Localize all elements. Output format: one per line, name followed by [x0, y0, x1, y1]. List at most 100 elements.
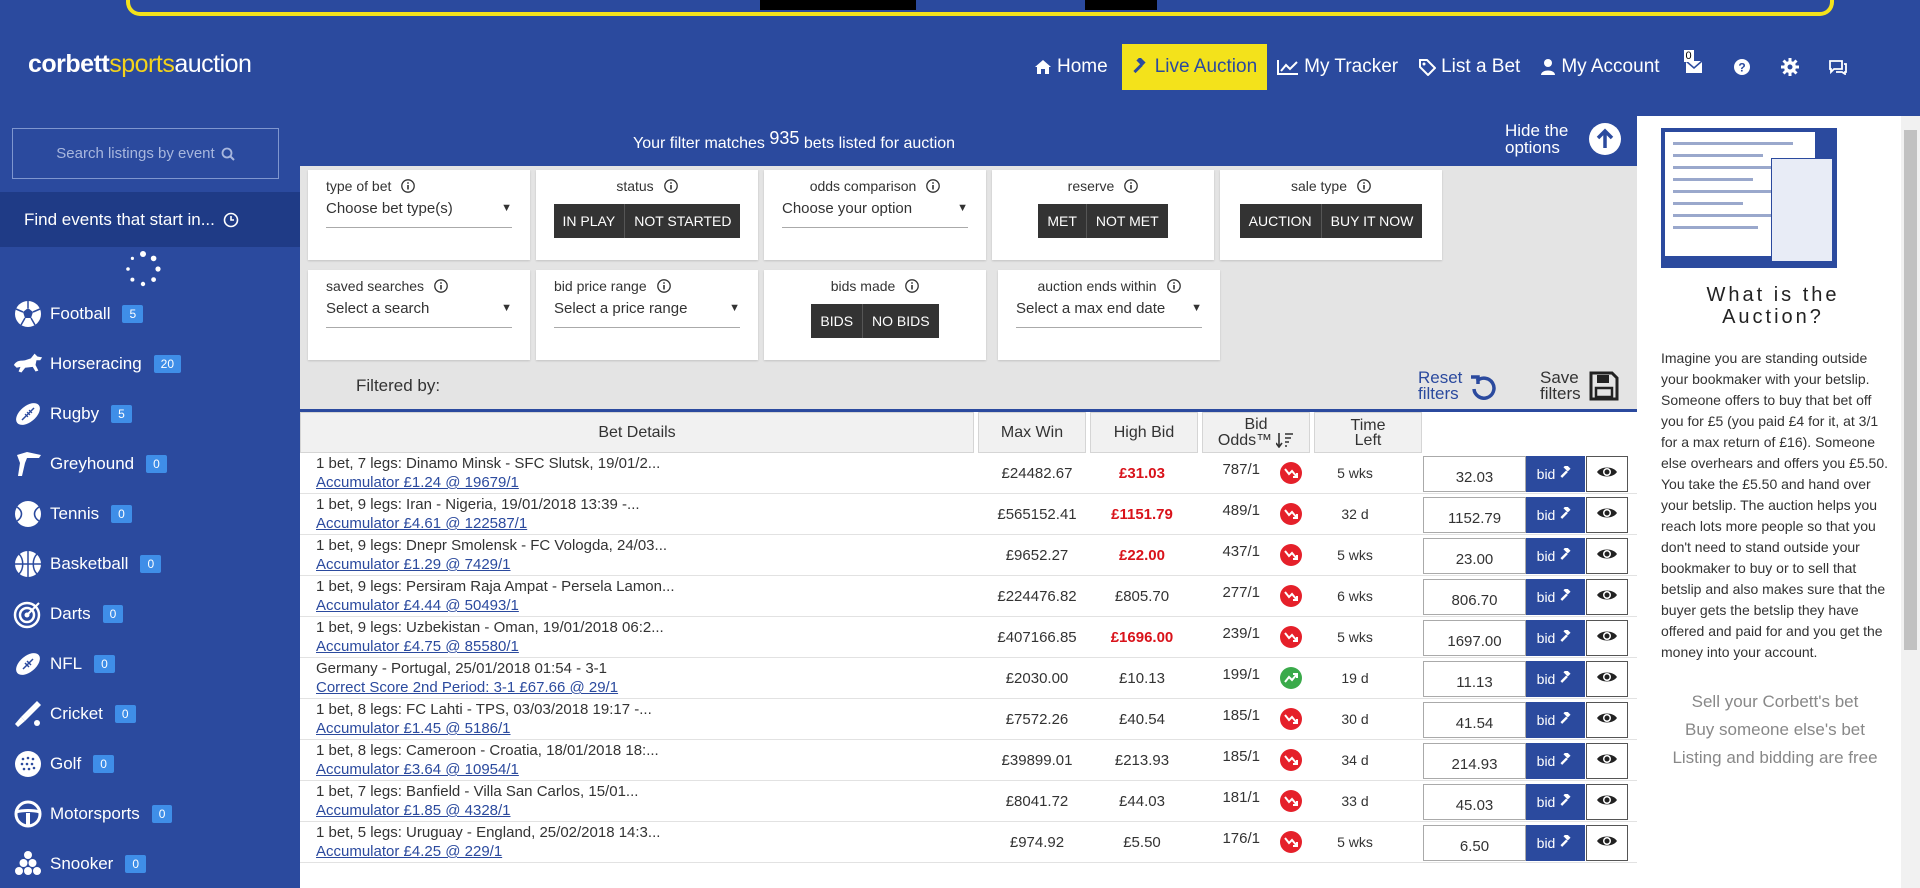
- bet-detail-link[interactable]: Accumulator £3.64 @ 10954/1: [316, 761, 519, 778]
- saved-search-select[interactable]: Select a search ▼: [326, 300, 512, 328]
- watch-button[interactable]: [1586, 497, 1628, 533]
- bid-amount-input[interactable]: 1152.79: [1423, 497, 1526, 533]
- sidebar-item-nfl[interactable]: NFL 0: [12, 646, 115, 682]
- col-time-left[interactable]: Time Left: [1314, 412, 1422, 453]
- hide-options-button[interactable]: Hide the options: [1505, 122, 1568, 156]
- buy-it-now-button[interactable]: BUY IT NOW: [1321, 204, 1423, 238]
- sidebar-item-football[interactable]: Football 5: [12, 296, 144, 332]
- info-icon[interactable]: [656, 279, 671, 296]
- sidebar-item-greyhound[interactable]: Greyhound 0: [12, 446, 167, 482]
- bid-amount-input[interactable]: 41.54: [1423, 702, 1526, 738]
- info-icon[interactable]: [1357, 179, 1371, 196]
- odds-comparison-select[interactable]: Choose your option ▼: [782, 200, 968, 228]
- messages-button[interactable]: 0: [1670, 44, 1718, 90]
- sidebar-item-tennis[interactable]: Tennis 0: [12, 496, 132, 532]
- help-button[interactable]: ?: [1718, 44, 1766, 90]
- col-bet-details[interactable]: Bet Details: [300, 412, 974, 453]
- watch-button[interactable]: [1586, 538, 1628, 574]
- watch-button[interactable]: [1586, 743, 1628, 779]
- bet-detail-link[interactable]: Accumulator £4.44 @ 50493/1: [316, 597, 519, 614]
- bid-button[interactable]: bid: [1526, 538, 1585, 574]
- sidebar-item-rugby[interactable]: Rugby 5: [12, 396, 132, 432]
- reserve-met-button[interactable]: MET: [1038, 204, 1087, 238]
- info-icon[interactable]: [926, 179, 941, 196]
- price-range-select[interactable]: Select a price range ▼: [554, 300, 740, 328]
- info-icon[interactable]: [401, 179, 416, 196]
- bid-amount-input[interactable]: 6.50: [1423, 825, 1526, 861]
- bet-detail-link[interactable]: Accumulator £4.61 @ 122587/1: [316, 515, 527, 532]
- nav-my-tracker[interactable]: My Tracker: [1267, 44, 1408, 90]
- arrow-up-circle-icon[interactable]: [1588, 122, 1622, 156]
- bid-button[interactable]: bid: [1526, 743, 1585, 779]
- nav-my-account[interactable]: My Account: [1530, 44, 1669, 90]
- bet-type-select[interactable]: Choose bet type(s) ▼: [326, 200, 512, 228]
- bet-detail-link[interactable]: Accumulator £1.85 @ 4328/1: [316, 802, 511, 819]
- save-filters-button[interactable]: Save filters: [1540, 369, 1581, 402]
- bid-button[interactable]: bid: [1526, 702, 1585, 738]
- end-date-select[interactable]: Select a max end date ▼: [1016, 300, 1202, 328]
- watch-button[interactable]: [1586, 620, 1628, 656]
- nav-list-a-bet[interactable]: List a Bet: [1408, 44, 1530, 90]
- undo-icon[interactable]: [1468, 372, 1498, 402]
- bid-button[interactable]: bid: [1526, 497, 1585, 533]
- find-events-button[interactable]: Find events that start in...: [0, 192, 300, 247]
- sidebar-item-golf[interactable]: Golf 0: [12, 746, 114, 782]
- watch-button[interactable]: [1586, 661, 1628, 697]
- watch-button[interactable]: [1586, 784, 1628, 820]
- bid-button[interactable]: bid: [1526, 456, 1585, 492]
- sidebar-item-horseracing[interactable]: Horseracing 20: [12, 346, 182, 382]
- bet-detail-link[interactable]: Accumulator £4.25 @ 229/1: [316, 843, 502, 860]
- auction-button[interactable]: AUCTION: [1239, 204, 1322, 238]
- info-icon[interactable]: [1166, 279, 1181, 296]
- watch-button[interactable]: [1586, 456, 1628, 492]
- watch-button[interactable]: [1586, 825, 1628, 861]
- info-icon[interactable]: [905, 279, 920, 296]
- reserve-not-met-button[interactable]: NOT MET: [1086, 204, 1168, 238]
- bid-amount-input[interactable]: 32.03: [1423, 456, 1526, 492]
- in-play-button[interactable]: IN PLAY: [553, 204, 626, 238]
- bid-amount-input[interactable]: 11.13: [1423, 661, 1526, 697]
- bid-button[interactable]: bid: [1526, 579, 1585, 615]
- bet-detail-link[interactable]: Accumulator £1.45 @ 5186/1: [316, 720, 511, 737]
- col-bid-odds[interactable]: Bid Odds™: [1202, 412, 1310, 453]
- info-icon[interactable]: [663, 179, 678, 196]
- reset-filters-button[interactable]: Reset filters: [1418, 369, 1462, 402]
- nav-home[interactable]: Home: [1024, 44, 1118, 90]
- chat-button[interactable]: [1814, 44, 1862, 90]
- watch-button[interactable]: [1586, 579, 1628, 615]
- watch-button[interactable]: [1586, 702, 1628, 738]
- bid-button[interactable]: bid: [1526, 661, 1585, 697]
- sidebar-item-motorsports[interactable]: Motorsports 0: [12, 796, 173, 832]
- no-bids-button[interactable]: NO BIDS: [863, 304, 939, 338]
- col-high-bid[interactable]: High Bid: [1090, 412, 1198, 453]
- info-icon[interactable]: [434, 279, 448, 296]
- sidebar-item-cricket[interactable]: Cricket 0: [12, 696, 136, 732]
- not-started-button[interactable]: NOT STARTED: [625, 204, 741, 238]
- bid-button[interactable]: bid: [1526, 620, 1585, 656]
- bids-button[interactable]: BIDS: [811, 304, 864, 338]
- bid-button[interactable]: bid: [1526, 825, 1585, 861]
- bid-amount-input[interactable]: 1697.00: [1423, 620, 1526, 656]
- info-icon[interactable]: [1124, 179, 1139, 196]
- bid-amount-input[interactable]: 214.93: [1423, 743, 1526, 779]
- search-input[interactable]: Search listings by event: [12, 128, 279, 179]
- bid-odds-value: 277/1: [1222, 584, 1260, 601]
- bet-detail-link[interactable]: Accumulator £1.29 @ 7429/1: [316, 556, 511, 573]
- bet-detail-link[interactable]: Correct Score 2nd Period: 3-1 £67.66 @ 2…: [316, 679, 618, 696]
- floppy-disk-icon[interactable]: [1588, 370, 1620, 402]
- bid-button[interactable]: bid: [1526, 784, 1585, 820]
- bid-amount-input[interactable]: 45.03: [1423, 784, 1526, 820]
- bid-amount-input[interactable]: 806.70: [1423, 579, 1526, 615]
- nav-live-auction[interactable]: Live Auction: [1121, 44, 1268, 90]
- sidebar-item-snooker[interactable]: Snooker 0: [12, 846, 147, 882]
- col-max-win[interactable]: Max Win: [978, 412, 1086, 453]
- bet-detail-link[interactable]: Accumulator £4.75 @ 85580/1: [316, 638, 519, 655]
- bet-detail-link[interactable]: Accumulator £1.24 @ 19679/1: [316, 474, 519, 491]
- col-header-label-line: Left: [1354, 431, 1382, 449]
- sidebar-item-basketball[interactable]: Basketball 0: [12, 546, 162, 582]
- settings-button[interactable]: [1766, 44, 1814, 90]
- bid-amount-input[interactable]: 23.00: [1423, 538, 1526, 574]
- page-scrollbar-thumb[interactable]: [1904, 130, 1917, 650]
- sidebar-item-darts[interactable]: Darts 0: [12, 596, 124, 632]
- site-logo[interactable]: corbettsportsauction: [28, 50, 252, 79]
